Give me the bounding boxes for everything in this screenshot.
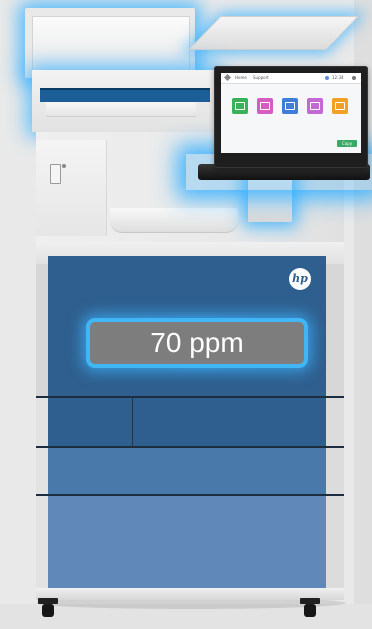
output-paper-tray [46, 102, 196, 117]
print-app-tile[interactable] [282, 98, 298, 114]
drawer-side-right [326, 496, 344, 588]
output-slot [40, 88, 210, 102]
drawer-divider [132, 398, 133, 446]
paper-drawer-1[interactable] [36, 396, 344, 446]
drawer-side-left [36, 398, 48, 446]
fax-icon [310, 102, 320, 110]
drawer-side-left [36, 448, 48, 494]
speed-label: 70 ppm [150, 327, 244, 358]
screen-action-button[interactable]: Copy [337, 140, 357, 147]
drawer-face [48, 448, 329, 494]
side-panel [36, 140, 107, 236]
copy-icon [235, 102, 245, 110]
screen-status-text: 12:34 [332, 75, 344, 80]
drawer-face [48, 398, 329, 446]
caster-wheel-right-icon [298, 598, 322, 618]
tools-icon [335, 102, 345, 110]
paper-drawer-2[interactable] [36, 446, 344, 494]
drawer-side-right [326, 398, 344, 446]
document-feeder-tray [188, 16, 359, 50]
drawer-side-right [326, 448, 344, 494]
scan-icon [260, 102, 270, 110]
copy-app-tile[interactable] [232, 98, 248, 114]
printer-product-image: Home Support 12:34 Copy hp 70 ppm [0, 0, 372, 629]
screen-tab-home[interactable]: Home [235, 74, 247, 81]
settings-icon[interactable] [352, 76, 356, 80]
tools-app-tile[interactable] [332, 98, 348, 114]
status-icon [325, 76, 329, 80]
drawer-face [48, 496, 329, 588]
print-icon [285, 102, 295, 110]
speed-badge: 70 ppm [86, 318, 308, 368]
scanner-lid [32, 16, 190, 73]
indicator-dot-icon [62, 164, 66, 168]
drawer-side-left [36, 496, 48, 588]
paper-drawer-3[interactable] [36, 494, 344, 588]
fax-app-tile[interactable] [307, 98, 323, 114]
door-latch-icon [50, 164, 61, 184]
hp-logo-icon: hp [289, 268, 311, 290]
touchscreen[interactable]: Home Support 12:34 Copy [221, 73, 361, 153]
screen-tab-support[interactable]: Support [253, 74, 269, 81]
screen-header: Home Support 12:34 [221, 73, 361, 84]
home-icon[interactable] [223, 73, 232, 82]
print-exit-tray [110, 208, 238, 233]
scan-app-tile[interactable] [257, 98, 273, 114]
caster-wheel-left-icon [36, 598, 60, 618]
